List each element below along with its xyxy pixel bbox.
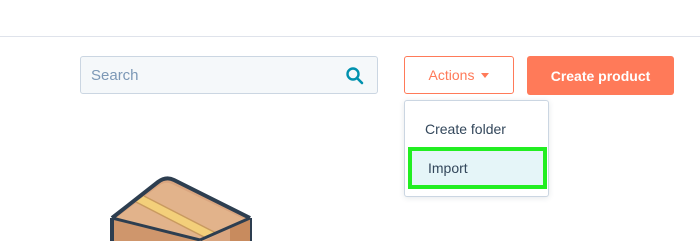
actions-button-label: Actions [428, 67, 475, 83]
divider [0, 36, 700, 37]
caret-down-icon [481, 73, 490, 78]
search-input[interactable] [81, 57, 341, 93]
actions-dropdown-menu: Create folder Import [404, 100, 549, 197]
menu-item-create-folder[interactable]: Create folder [405, 110, 548, 148]
create-product-button[interactable]: Create product [527, 56, 674, 95]
top-bar [0, 0, 700, 36]
menu-item-label: Create folder [425, 121, 506, 137]
box-illustration [110, 176, 252, 241]
search-box[interactable] [80, 56, 378, 94]
actions-button[interactable]: Actions [404, 56, 514, 94]
create-product-label: Create product [550, 67, 651, 84]
menu-item-label: Import [428, 160, 468, 176]
menu-item-import[interactable]: Import [408, 147, 547, 189]
search-icon[interactable] [345, 66, 365, 86]
